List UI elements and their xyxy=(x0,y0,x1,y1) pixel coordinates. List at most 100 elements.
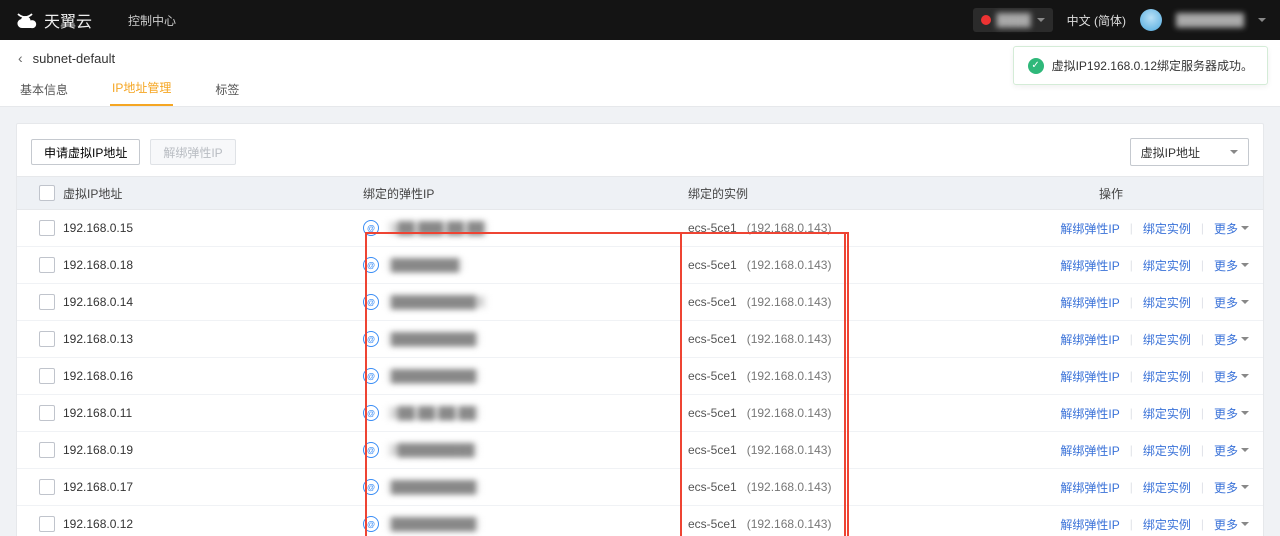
cell-eip: 2██.██.██.██ xyxy=(387,406,480,420)
cell-eip: ██████████ xyxy=(387,369,480,383)
action-more[interactable]: 更多 xyxy=(1214,368,1249,385)
cell-eip: ██████████3 xyxy=(387,295,487,309)
action-bind-instance[interactable]: 绑定实例 xyxy=(1143,405,1191,422)
cell-instance-name: ecs-5ce1 xyxy=(688,443,737,457)
table-row: 192.168.0.13@██████████ecs-5ce1(192.168.… xyxy=(17,321,1263,358)
action-bind-instance[interactable]: 绑定实例 xyxy=(1143,294,1191,311)
action-more[interactable]: 更多 xyxy=(1214,220,1249,237)
table-row: 192.168.0.14@██████████3ecs-5ce1(192.168… xyxy=(17,284,1263,321)
action-unbind-eip[interactable]: 解绑弹性IP xyxy=(1060,442,1119,459)
table-row: 192.168.0.11@2██.██.██.██ ecs-5ce1 (192.16… xyxy=(17,395,1263,432)
page-header: ‹ subnet-default 基本信息 IP地址管理 标签 ✓ 虚拟IP19… xyxy=(0,40,1280,107)
cell-eip: ██████████ xyxy=(387,517,480,531)
apply-vip-button[interactable]: 申请虚拟IP地址 xyxy=(31,139,140,165)
cell-instance-ip: (192.168.0.143) xyxy=(747,406,832,420)
cell-instance-ip: (192.168.0.143) xyxy=(747,369,832,383)
action-unbind-eip[interactable]: 解绑弹性IP xyxy=(1060,516,1119,533)
table-body: 192.168.0.15@1██.███.██.██ecs-5ce1(192.1… xyxy=(17,210,1263,536)
chevron-down-icon[interactable] xyxy=(1258,18,1266,22)
chevron-down-icon xyxy=(1241,485,1249,489)
action-bind-instance[interactable]: 绑定实例 xyxy=(1143,442,1191,459)
action-unbind-eip[interactable]: 解绑弹性IP xyxy=(1060,331,1119,348)
action-bind-instance[interactable]: 绑定实例 xyxy=(1143,368,1191,385)
row-checkbox[interactable] xyxy=(39,294,55,310)
tab-ip-management[interactable]: IP地址管理 xyxy=(110,79,173,106)
action-more[interactable]: 更多 xyxy=(1214,405,1249,422)
row-checkbox[interactable] xyxy=(39,331,55,347)
action-more[interactable]: 更多 xyxy=(1214,294,1249,311)
action-unbind-eip[interactable]: 解绑弹性IP xyxy=(1060,294,1119,311)
region-selector[interactable]: ████ xyxy=(973,8,1053,32)
action-more[interactable]: 更多 xyxy=(1214,331,1249,348)
chevron-down-icon xyxy=(1241,300,1249,304)
action-bind-instance[interactable]: 绑定实例 xyxy=(1143,516,1191,533)
back-arrow-icon[interactable]: ‹ xyxy=(18,50,23,66)
filter-select[interactable]: 虚拟IP地址 xyxy=(1130,138,1249,166)
row-checkbox[interactable] xyxy=(39,442,55,458)
check-icon: ✓ xyxy=(1028,58,1044,74)
table-row: 192.168.0.18@████████ecs-5ce1(192.168.0.… xyxy=(17,247,1263,284)
table-row: 192.168.0.12@██████████ecs-5ce1(192.168.… xyxy=(17,506,1263,536)
row-checkbox[interactable] xyxy=(39,257,55,273)
row-checkbox[interactable] xyxy=(39,516,55,532)
action-unbind-eip[interactable]: 解绑弹性IP xyxy=(1060,220,1119,237)
cell-instance-name: ecs-5ce1 xyxy=(688,332,737,346)
cell-ip: 192.168.0.12 xyxy=(63,517,363,531)
action-unbind-eip[interactable]: 解绑弹性IP xyxy=(1060,368,1119,385)
cell-eip: 2█████████ xyxy=(387,443,478,457)
eip-icon: @ xyxy=(363,405,379,421)
chevron-down-icon xyxy=(1241,337,1249,341)
top-bar: 天翼云 控制中心 ████ 中文 (简体) ████████ xyxy=(0,0,1280,40)
eip-icon: @ xyxy=(363,479,379,495)
row-checkbox[interactable] xyxy=(39,405,55,421)
action-bind-instance[interactable]: 绑定实例 xyxy=(1143,257,1191,274)
cell-instance-ip: (192.168.0.143) xyxy=(747,443,832,457)
avatar[interactable] xyxy=(1140,9,1162,31)
cell-eip: 1██.███.██.██ xyxy=(387,221,488,235)
cell-instance-ip: (192.168.0.143) xyxy=(747,295,832,309)
table-row: 192.168.0.19@2█████████ecs-5ce1(192.168.… xyxy=(17,432,1263,469)
language-switch[interactable]: 中文 (简体) xyxy=(1067,12,1126,29)
cell-instance-ip: (192.168.0.143) xyxy=(747,480,832,494)
cell-instance-ip: (192.168.0.143) xyxy=(747,258,832,272)
cell-instance-name: ecs-5ce1 xyxy=(688,258,737,272)
cell-instance-name: ecs-5ce1 xyxy=(688,480,737,494)
chevron-down-icon xyxy=(1241,448,1249,452)
cell-eip: ██████████ xyxy=(387,332,480,346)
region-name: ████ xyxy=(997,13,1031,27)
action-bind-instance[interactable]: 绑定实例 xyxy=(1143,479,1191,496)
action-unbind-eip[interactable]: 解绑弹性IP xyxy=(1060,257,1119,274)
action-more[interactable]: 更多 xyxy=(1214,479,1249,496)
tab-tags[interactable]: 标签 xyxy=(213,81,241,106)
action-bind-instance[interactable]: 绑定实例 xyxy=(1143,220,1191,237)
action-unbind-eip[interactable]: 解绑弹性IP xyxy=(1060,405,1119,422)
breadcrumb: subnet-default xyxy=(33,51,115,66)
col-eip: 绑定的弹性IP xyxy=(363,185,688,202)
cell-ip: 192.168.0.11 xyxy=(63,406,363,420)
action-more[interactable]: 更多 xyxy=(1214,516,1249,533)
eip-icon: @ xyxy=(363,220,379,236)
brand-logo[interactable]: 天翼云 xyxy=(14,8,92,32)
select-all-checkbox[interactable] xyxy=(39,185,55,201)
chevron-down-icon xyxy=(1241,263,1249,267)
chevron-down-icon xyxy=(1241,226,1249,230)
row-checkbox[interactable] xyxy=(39,479,55,495)
action-more[interactable]: 更多 xyxy=(1214,442,1249,459)
pin-icon xyxy=(981,15,991,25)
cell-ip: 192.168.0.15 xyxy=(63,221,363,235)
control-center-link[interactable]: 控制中心 xyxy=(128,12,176,29)
chevron-down-icon xyxy=(1241,522,1249,526)
row-checkbox[interactable] xyxy=(39,368,55,384)
cell-instance-name: ecs-5ce1 xyxy=(688,406,737,420)
user-name: ████████ xyxy=(1176,13,1244,27)
brand-icon xyxy=(14,8,38,32)
cell-ip: 192.168.0.13 xyxy=(63,332,363,346)
action-more[interactable]: 更多 xyxy=(1214,257,1249,274)
action-bind-instance[interactable]: 绑定实例 xyxy=(1143,331,1191,348)
table-row: 192.168.0.16@██████████ecs-5ce1(192.168.… xyxy=(17,358,1263,395)
row-checkbox[interactable] xyxy=(39,220,55,236)
action-unbind-eip[interactable]: 解绑弹性IP xyxy=(1060,479,1119,496)
cell-instance-ip: (192.168.0.143) xyxy=(747,221,832,235)
cell-ip: 192.168.0.19 xyxy=(63,443,363,457)
tab-basic-info[interactable]: 基本信息 xyxy=(18,81,70,106)
